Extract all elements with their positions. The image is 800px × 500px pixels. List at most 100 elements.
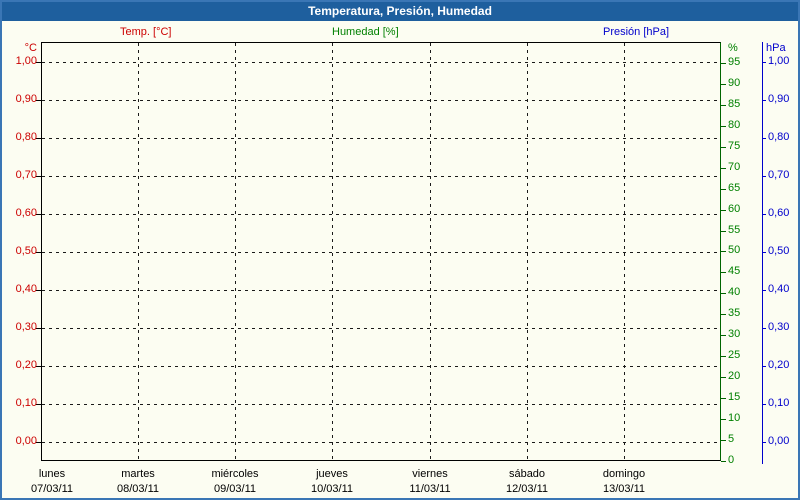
temperature-axis-label: 0,20 — [15, 359, 37, 371]
temperature-axis-label: 0,50 — [15, 245, 37, 257]
humidity-axis-tick — [721, 314, 726, 315]
humidity-axis-label: 30 — [728, 328, 741, 340]
x-axis-day-date: 12/03/11 — [505, 483, 548, 495]
pressure-axis-tick — [762, 138, 766, 139]
x-axis-day-date: 08/03/11 — [116, 483, 159, 495]
gridline-vertical — [624, 43, 625, 460]
temperature-axis-unit: °C — [24, 42, 37, 54]
humidity-axis-tick — [721, 147, 726, 148]
x-axis-day-name: miércoles — [211, 468, 259, 480]
humidity-axis-tick — [721, 356, 726, 357]
temperature-axis-label: 0,30 — [15, 321, 37, 333]
temperature-axis-label: 0,10 — [15, 397, 37, 409]
humidity-axis-tick — [721, 398, 726, 399]
humidity-axis-tick — [721, 189, 726, 190]
humidity-axis-label: 0 — [728, 454, 735, 466]
temperature-axis-label: 0,70 — [15, 169, 37, 181]
pressure-axis-label: 0,40 — [768, 283, 790, 295]
humidity-axis-tick — [721, 210, 726, 211]
gridline-horizontal — [42, 404, 720, 405]
humidity-axis-tick — [721, 84, 726, 85]
gridline-horizontal — [42, 138, 720, 139]
pressure-axis-label: 0,90 — [768, 93, 790, 105]
humidity-axis-label: 45 — [728, 265, 741, 277]
temperature-axis-label: 0,60 — [15, 207, 37, 219]
humidity-axis-label: 80 — [728, 119, 741, 131]
humidity-axis-tick — [721, 440, 726, 441]
pressure-axis-label: 0,00 — [768, 435, 790, 447]
pressure-axis-tick — [762, 404, 766, 405]
pressure-axis-tick — [762, 290, 766, 291]
humidity-axis-label: 85 — [728, 98, 741, 110]
pressure-axis-line — [762, 42, 763, 464]
x-axis-day-date: 13/03/11 — [602, 483, 645, 495]
pressure-axis-tick — [762, 100, 766, 101]
pressure-axis-label: 0,60 — [768, 207, 790, 219]
humidity-axis-label: 15 — [728, 391, 741, 403]
gridline-horizontal — [42, 100, 720, 101]
gridline-horizontal — [42, 328, 720, 329]
gridline-horizontal — [42, 214, 720, 215]
pressure-axis-tick — [762, 442, 766, 443]
humidity-axis-label: 70 — [728, 161, 741, 173]
humidity-axis-label: 55 — [728, 224, 741, 236]
x-axis-day-date: 11/03/11 — [409, 483, 451, 495]
window-title: Temperatura, Presión, Humedad — [308, 4, 492, 18]
temperature-axis-label: 0,90 — [15, 93, 37, 105]
pressure-axis-tick — [762, 328, 766, 329]
temperature-axis-label: 1,00 — [15, 55, 37, 67]
humidity-axis-label: 5 — [728, 433, 735, 445]
humidity-axis-tick — [721, 231, 726, 232]
gridline-horizontal — [42, 176, 720, 177]
pressure-axis-tick — [762, 252, 766, 253]
title-bar: Temperatura, Presión, Humedad — [2, 2, 798, 21]
temperature-axis-label: 0,00 — [15, 435, 37, 447]
x-axis-day-name: martes — [121, 468, 155, 480]
temperature-axis-label: 0,80 — [15, 131, 37, 143]
gridline-horizontal — [42, 290, 720, 291]
pressure-axis-tick — [762, 62, 766, 63]
humidity-axis-tick — [721, 461, 726, 462]
humidity-axis-tick — [721, 63, 726, 64]
gridline-vertical — [527, 43, 528, 460]
pressure-axis-label: 0,30 — [768, 321, 790, 333]
humidity-axis-label: 90 — [728, 77, 741, 89]
x-axis-day-name: viernes — [412, 468, 448, 480]
humidity-axis-tick — [721, 419, 726, 420]
humidity-axis-label: 50 — [728, 244, 741, 256]
humidity-axis-label: 75 — [728, 140, 741, 152]
pressure-axis-label: 0,20 — [768, 359, 790, 371]
humidity-axis-label: 25 — [728, 349, 741, 361]
humidity-axis-tick — [721, 377, 726, 378]
pressure-axis-tick — [762, 176, 766, 177]
x-axis-day-date: 07/03/11 — [30, 483, 73, 495]
humidity-axis-tick — [721, 272, 726, 273]
gridline-vertical — [138, 43, 139, 460]
humidity-axis-tick — [721, 105, 726, 106]
pressure-axis-tick — [762, 366, 766, 367]
gridline-horizontal — [42, 442, 720, 443]
plot-area — [41, 42, 721, 461]
temperature-axis-label: 0,40 — [15, 283, 37, 295]
x-axis-day-name: jueves — [316, 468, 348, 480]
pressure-axis-label: 0,70 — [768, 169, 790, 181]
humidity-axis-label: 35 — [728, 307, 741, 319]
x-axis-day-name: lunes — [38, 468, 66, 480]
legend-temperature: Temp. [°C] — [120, 26, 172, 38]
x-axis-day-date: 10/03/11 — [310, 483, 353, 495]
humidity-axis-label: 10 — [728, 412, 741, 424]
gridline-vertical — [430, 43, 431, 460]
humidity-axis-tick — [721, 335, 726, 336]
humidity-axis-tick — [721, 126, 726, 127]
gridline-vertical — [235, 43, 236, 460]
legend-humidity: Humedad [%] — [332, 26, 399, 38]
pressure-axis-label: 0,50 — [768, 245, 790, 257]
humidity-axis-label: 60 — [728, 203, 741, 215]
pressure-axis-label: 0,80 — [768, 131, 790, 143]
humidity-axis-label: 40 — [728, 286, 741, 298]
humidity-axis-label: 95 — [728, 56, 741, 68]
legend-pressure: Presión [hPa] — [603, 26, 670, 38]
gridline-horizontal — [42, 252, 720, 253]
pressure-axis-tick — [762, 214, 766, 215]
chart-window: Temperatura, Presión, Humedad Temp. [°C]… — [0, 0, 800, 500]
